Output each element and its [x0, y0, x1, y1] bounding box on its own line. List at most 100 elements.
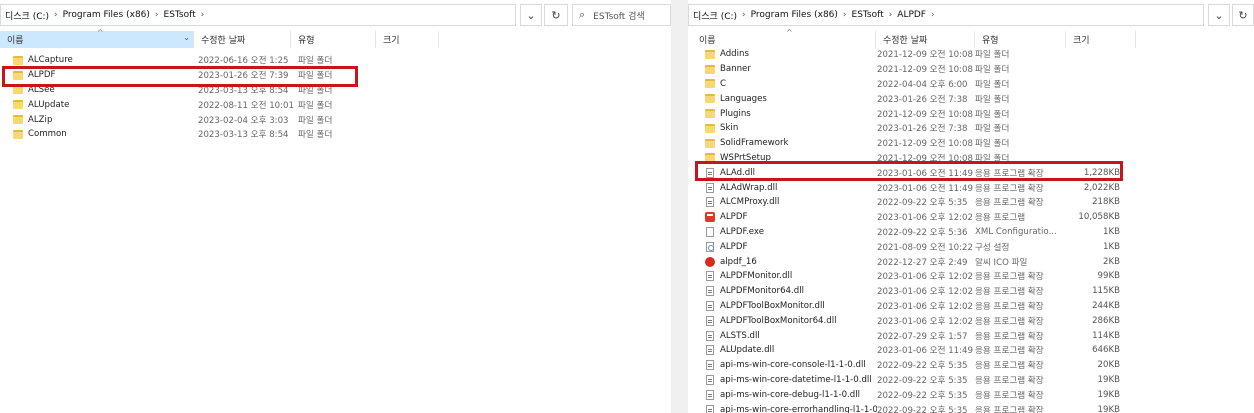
- date-cell: 2023-01-06 오전 11:49: [877, 346, 973, 357]
- file-name: ALPDFMonitor.dll: [720, 271, 793, 282]
- breadcrumb-item[interactable]: ESTsoft: [164, 10, 196, 20]
- list-item[interactable]: ALPDFMonitor.dll 2023-01-06 오후 12:02 응용 프로…: [705, 269, 1120, 284]
- date-cell: 2021-12-09 오전 10:08: [877, 139, 973, 150]
- breadcrumb-item[interactable]: 디스크 (C:): [5, 9, 49, 22]
- refresh-button[interactable]: ↻: [544, 4, 568, 26]
- type-cell: 응용 프로그램 확장: [975, 272, 1044, 283]
- breadcrumb-item[interactable]: ESTsoft: [852, 10, 884, 20]
- column-date[interactable]: 수정한 날짜: [194, 31, 291, 48]
- file-name: Languages: [720, 93, 767, 104]
- date-cell: 2021-08-09 오전 10:22: [877, 242, 973, 253]
- folder-icon: [705, 109, 715, 119]
- list-item[interactable]: ALZip 2023-02-04 오후 3:03 파일 폴더: [13, 112, 433, 127]
- list-item[interactable]: ALUpdate.dll 2023-01-06 오전 11:49 응용 프로그램 확…: [705, 343, 1120, 358]
- column-name[interactable]: 이름 ^ ⌄: [0, 28, 194, 48]
- date-cell: 2021-12-09 오전 10:08: [877, 65, 973, 76]
- search-input[interactable]: ⌕ ESTsoft 검색: [572, 4, 671, 26]
- list-item[interactable]: Addins 2021-12-09 오전 10:08 파일 폴더: [705, 47, 1120, 62]
- folder-icon: [13, 129, 23, 139]
- breadcrumb-item[interactable]: Program Files (x86): [63, 10, 150, 20]
- chevron-down-icon[interactable]: ⌄: [183, 33, 190, 42]
- list-item[interactable]: ALUpdate 2022-08-11 오전 10:01 파일 폴더: [13, 97, 433, 112]
- file-name: Common: [28, 129, 67, 140]
- file-name: ALPDFToolBoxMonitor.dll: [720, 300, 825, 311]
- list-item[interactable]: ALPDF.exe 2022-09-22 오후 5:36 XML Configura…: [705, 225, 1120, 240]
- size-cell: 99KB: [1097, 271, 1120, 282]
- column-date[interactable]: 수정한 날짜: [876, 31, 975, 48]
- chevron-right-icon[interactable]: ›: [54, 10, 58, 20]
- column-type[interactable]: 유형: [975, 31, 1066, 48]
- chevron-right-icon[interactable]: ›: [843, 10, 847, 20]
- column-type-label: 유형: [982, 36, 999, 46]
- dll-icon: [706, 360, 714, 371]
- column-name-label: 이름: [699, 36, 716, 46]
- list-item[interactable]: ALPDFToolBoxMonitor64.dll 2023-01-06 오후 1…: [705, 313, 1120, 328]
- date-cell: 2021-12-09 오전 10:08: [877, 109, 973, 120]
- window-gap: [671, 0, 688, 413]
- date-cell: 2023-01-06 오후 12:02: [877, 287, 973, 298]
- list-item[interactable]: ALPDF 2021-08-09 오전 10:22 구성 설정 1KB: [705, 239, 1120, 254]
- date-cell: 2023-01-06 오후 12:02: [877, 213, 973, 224]
- chevron-right-icon[interactable]: ›: [742, 10, 746, 20]
- address-dropdown-icon[interactable]: ⌄: [520, 4, 542, 26]
- address-bar[interactable]: 디스크 (C:) › Program Files (x86) › ESTsoft › ALP…: [688, 4, 1204, 26]
- list-item[interactable]: Plugins 2021-12-09 오전 10:08 파일 폴더: [705, 106, 1120, 121]
- list-item[interactable]: ALPDF 2023-01-06 오후 12:02 응용 프로그램 10,058KB: [705, 210, 1120, 225]
- dll-icon: [706, 300, 714, 311]
- name-cell: ALPDFToolBoxMonitor.dll: [705, 300, 877, 311]
- breadcrumb-item[interactable]: Program Files (x86): [751, 10, 838, 20]
- column-type[interactable]: 유형: [291, 31, 376, 48]
- column-size[interactable]: 크기: [376, 31, 439, 48]
- type-cell: 응용 프로그램 확장: [975, 198, 1044, 209]
- date-cell: 2022-09-22 오후 5:36: [877, 227, 968, 238]
- date-cell: 2022-09-22 오후 5:35: [877, 390, 968, 401]
- list-item[interactable]: alpdf_16 2022-12-27 오후 2:49 알씨 ICO 파일 2KB: [705, 254, 1120, 269]
- address-dropdown-icon[interactable]: ⌄: [1208, 4, 1230, 26]
- right-explorer-window: 디스크 (C:) › Program Files (x86) › ESTsoft › ALP…: [688, 0, 1254, 413]
- list-item[interactable]: ALAdWrap.dll 2023-01-06 오전 11:49 응용 프로그램 확…: [705, 180, 1120, 195]
- list-item[interactable]: api-ms-win-core-debug-l1-1-0.dll 2022-09-…: [705, 387, 1120, 402]
- size-cell: 286KB: [1092, 315, 1120, 326]
- column-size[interactable]: 크기: [1066, 31, 1136, 48]
- file-name: ALPDF.exe: [720, 226, 765, 237]
- list-item[interactable]: Languages 2023-01-26 오전 7:38 파일 폴더: [705, 91, 1120, 106]
- file-name: Banner: [720, 64, 751, 75]
- date-cell: 2023-01-26 오전 7:38: [877, 94, 968, 105]
- list-item[interactable]: C 2022-04-04 오후 6:00 파일 폴더: [705, 77, 1120, 92]
- list-item[interactable]: api-ms-win-core-datetime-l1-1-0.dll 2022-…: [705, 373, 1120, 388]
- name-cell: api-ms-win-core-errorhandling-l1-1-0.dll: [705, 404, 877, 413]
- file-name: ALCapture: [28, 55, 73, 66]
- list-item[interactable]: api-ms-win-core-errorhandling-l1-1-0.dll…: [705, 402, 1120, 413]
- file-name: api-ms-win-core-console-l1-1-0.dll: [720, 360, 866, 371]
- highlight-box-alpdf: [2, 66, 358, 87]
- size-cell: 244KB: [1092, 300, 1120, 311]
- breadcrumb-item[interactable]: ALPDF: [897, 10, 926, 20]
- file-name: ALPDFToolBoxMonitor64.dll: [720, 315, 837, 326]
- column-name[interactable]: 이름 ^: [692, 28, 876, 48]
- list-item[interactable]: ALPDFToolBoxMonitor.dll 2023-01-06 오후 12:…: [705, 299, 1120, 314]
- name-cell: ALCMProxy.dll: [705, 197, 877, 208]
- chevron-right-icon[interactable]: ›: [155, 10, 159, 20]
- name-cell: ALSTS.dll: [705, 330, 877, 341]
- chevron-right-icon[interactable]: ›: [889, 10, 893, 20]
- refresh-button[interactable]: ↻: [1232, 4, 1254, 26]
- address-bar[interactable]: 디스크 (C:) › Program Files (x86) › ESTsoft ›: [0, 4, 516, 26]
- name-cell: C: [705, 79, 877, 89]
- list-item[interactable]: Banner 2021-12-09 오전 10:08 파일 폴더: [705, 62, 1120, 77]
- list-item[interactable]: api-ms-win-core-console-l1-1-0.dll 2022-0…: [705, 358, 1120, 373]
- search-placeholder: ESTsoft 검색: [593, 11, 645, 22]
- type-cell: 파일 폴더: [975, 50, 1010, 61]
- chevron-right-icon[interactable]: ›: [201, 10, 205, 20]
- list-item[interactable]: Common 2023-03-13 오후 8:54 파일 폴더: [13, 127, 433, 142]
- folder-icon: [705, 79, 715, 89]
- dll-icon: [706, 404, 714, 413]
- list-item[interactable]: ALPDFMonitor64.dll 2023-01-06 오후 12:02 응용 …: [705, 284, 1120, 299]
- list-item[interactable]: Skin 2023-01-26 오전 7:38 파일 폴더: [705, 121, 1120, 136]
- breadcrumb-item[interactable]: 디스크 (C:): [693, 9, 737, 22]
- list-item[interactable]: ALSTS.dll 2022-07-29 오후 1:57 응용 프로그램 확장 114…: [705, 328, 1120, 343]
- size-cell: 2KB: [1103, 256, 1120, 267]
- chevron-right-icon[interactable]: ›: [931, 10, 935, 20]
- folder-icon: [13, 115, 23, 125]
- list-item[interactable]: ALCMProxy.dll 2022-09-22 오후 5:35 응용 프로그램 확…: [705, 195, 1120, 210]
- list-item[interactable]: SolidFramework 2021-12-09 오전 10:08 파일 폴더: [705, 136, 1120, 151]
